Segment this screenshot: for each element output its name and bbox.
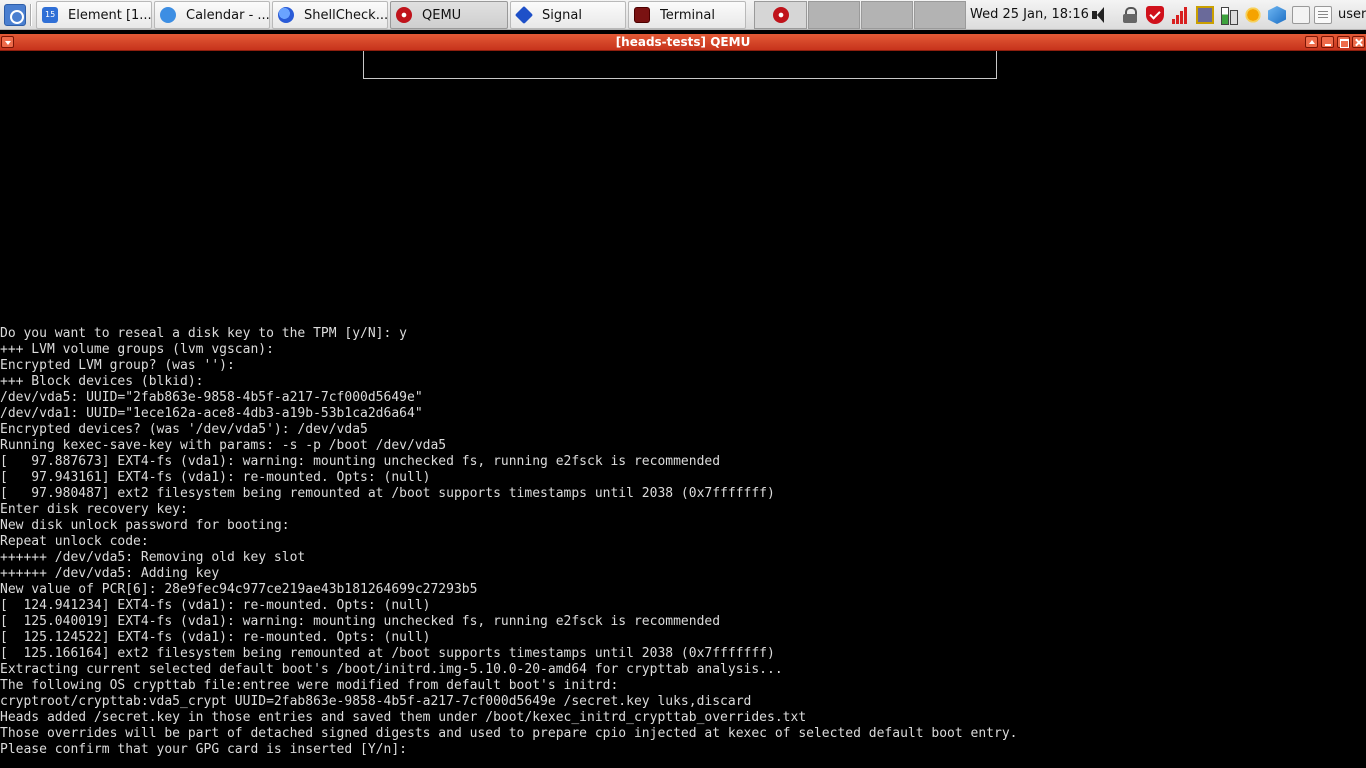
console-line: [ 97.980487] ext2 filesystem being remou… [0, 486, 775, 501]
console-line: /dev/vda5: UUID="2fab863e-9858-4b5f-a217… [0, 390, 423, 405]
window-titlebar[interactable]: [heads-tests] QEMU [0, 34, 1366, 51]
console-line: [ 124.941234] EXT4-fs (vda1): re-mounted… [0, 598, 431, 613]
user-menu[interactable]: user [1338, 0, 1366, 30]
shield-icon[interactable] [1146, 6, 1164, 24]
workspace-2[interactable] [808, 1, 860, 29]
notes-icon[interactable] [1314, 6, 1332, 24]
taskbar-separator [30, 4, 32, 26]
monitor-icon[interactable] [1196, 6, 1214, 24]
task-element[interactable]: 15 Element [1... [36, 1, 152, 29]
console-line: The following OS crypttab file:entree we… [0, 678, 619, 693]
window-title: [heads-tests] QEMU [615, 35, 751, 49]
console-line: ++++++ /dev/vda5: Removing old key slot [0, 550, 306, 565]
task-label: ShellCheck... [304, 7, 387, 23]
console-line: ++++++ /dev/vda5: Adding key [0, 566, 220, 581]
console-line: [ 97.887673] EXT4-fs (vda1): warning: mo… [0, 454, 721, 469]
element-icon: 15 [42, 7, 58, 23]
qemu-icon [773, 7, 789, 23]
battery-icon[interactable] [1220, 6, 1238, 25]
console-line: New disk unlock password for booting: [0, 518, 290, 533]
console-line: Heads added /secret.key in those entries… [0, 710, 807, 725]
task-label: Calendar - ... [186, 7, 269, 23]
window-maximize-button[interactable] [1337, 36, 1350, 48]
console-line: [ 125.124522] EXT4-fs (vda1): re-mounted… [0, 630, 431, 645]
start-menu-icon[interactable] [4, 4, 26, 26]
console-line: Encrypted LVM group? (was ''): [0, 358, 235, 373]
console-line: [ 125.166164] ext2 filesystem being remo… [0, 646, 775, 661]
console-line: Those overrides will be part of detached… [0, 726, 1018, 741]
console-line: [ 97.943161] EXT4-fs (vda1): re-mounted.… [0, 470, 431, 485]
console-line: Repeat unlock code: [0, 534, 149, 549]
qemu-icon [396, 7, 412, 23]
qube-icon[interactable] [1268, 6, 1286, 24]
dialog-frame [363, 51, 997, 79]
task-label: Terminal [660, 7, 715, 23]
qemu-console[interactable]: Do you want to reseal a disk key to the … [0, 51, 1366, 768]
calendar-icon [160, 7, 176, 23]
console-line: Extracting current selected default boot… [0, 662, 783, 677]
task-label: QEMU [422, 7, 462, 23]
workspace-4[interactable] [914, 1, 966, 29]
console-output: Do you want to reseal a disk key to the … [0, 326, 1366, 758]
lock-icon[interactable] [1121, 6, 1139, 24]
clock[interactable]: Wed 25 Jan, 18:16 [970, 0, 1089, 30]
task-signal[interactable]: Signal [510, 1, 626, 29]
task-label: Signal [542, 7, 582, 23]
window-close-button[interactable] [1352, 36, 1365, 48]
task-terminal[interactable]: Terminal [628, 1, 746, 29]
signal-icon [514, 5, 534, 25]
taskbar: 15 Element [1... Calendar - ... ShellChe… [0, 0, 1366, 30]
window-shade-button[interactable] [1305, 36, 1318, 48]
brightness-icon[interactable] [1244, 6, 1262, 24]
console-line: [ 125.040019] EXT4-fs (vda1): warning: m… [0, 614, 721, 629]
terminal-icon [634, 7, 650, 23]
console-line: +++ Block devices (blkid): [0, 374, 204, 389]
console-line: Running kexec-save-key with params: -s -… [0, 438, 447, 453]
task-calendar[interactable]: Calendar - ... [154, 1, 270, 29]
console-line: +++ LVM volume groups (lvm vgscan): [0, 342, 274, 357]
network-signal-icon[interactable] [1171, 6, 1189, 24]
window-minimize-button[interactable] [1321, 36, 1334, 48]
clipboard-icon[interactable] [1292, 6, 1310, 24]
task-qemu[interactable]: QEMU [390, 1, 508, 29]
console-line: Encrypted devices? (was '/dev/vda5'): /d… [0, 422, 368, 437]
task-label: Element [1... [68, 7, 151, 23]
firefox-icon [278, 7, 294, 23]
calendar-badge: 15 [45, 10, 56, 19]
workspace-3[interactable] [861, 1, 913, 29]
workspace-1[interactable] [754, 1, 807, 29]
console-line: Please confirm that your GPG card is ins… [0, 742, 407, 757]
console-line: New value of PCR[6]: 28e9fec94c977ce219a… [0, 582, 478, 597]
volume-icon[interactable] [1091, 6, 1109, 24]
console-line: Do you want to reseal a disk key to the … [0, 326, 407, 341]
window-menu-button[interactable] [1, 36, 14, 48]
console-line: /dev/vda1: UUID="1ece162a-ace8-4db3-a19b… [0, 406, 423, 421]
console-line: cryptroot/crypttab:vda5_crypt UUID=2fab8… [0, 694, 752, 709]
task-shellcheck[interactable]: ShellCheck... [272, 1, 388, 29]
console-line: Enter disk recovery key: [0, 502, 188, 517]
